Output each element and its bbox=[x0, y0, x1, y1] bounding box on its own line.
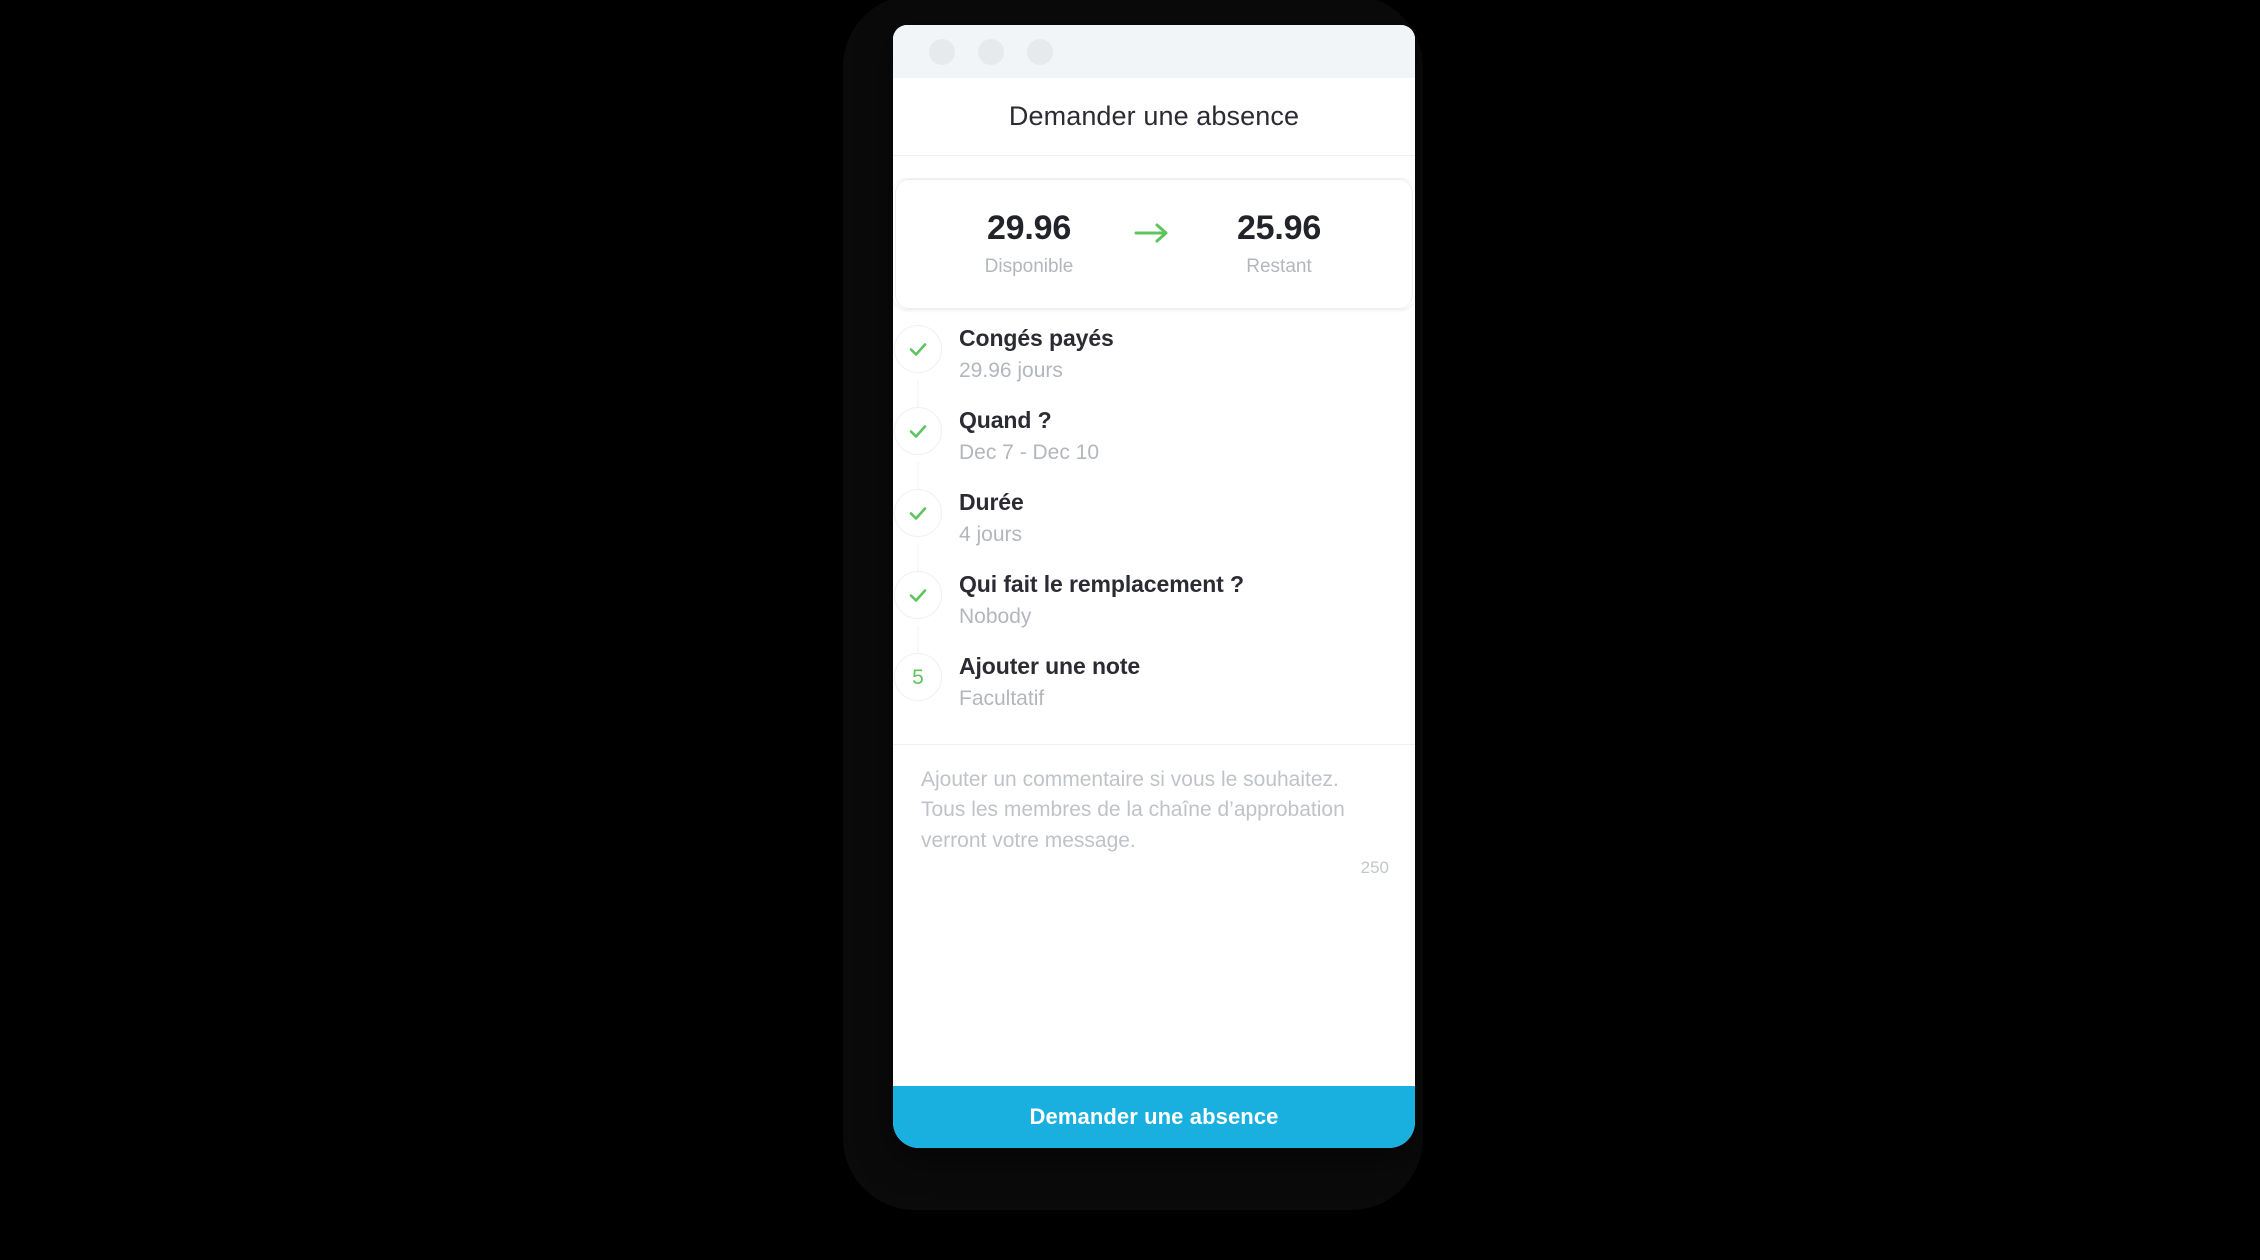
step-subtitle: 4 jours bbox=[959, 522, 1023, 546]
check-icon bbox=[909, 425, 927, 438]
arrow-right-icon bbox=[1124, 222, 1184, 266]
app-window: Demander une absence 29.96 Disponible 25… bbox=[893, 25, 1415, 1148]
modal-header: Demander une absence bbox=[893, 78, 1415, 156]
step-number: 5 bbox=[912, 665, 924, 689]
submit-absence-request-button[interactable]: Demander une absence bbox=[893, 1086, 1415, 1148]
step-marker bbox=[893, 570, 959, 670]
step-row-add-note[interactable]: 5 Ajouter une note Facultatif bbox=[893, 652, 1415, 734]
page-title: Demander une absence bbox=[1008, 101, 1300, 131]
step-text: Qui fait le remplacement ? Nobody bbox=[959, 570, 1244, 629]
step-title: Qui fait le remplacement ? bbox=[959, 571, 1244, 597]
step-text: Congés payés 29.96 jours bbox=[959, 324, 1114, 383]
step-row-when[interactable]: Quand ? Dec 7 - Dec 10 bbox=[893, 406, 1415, 506]
remaining-balance: 25.96 Restant bbox=[1184, 209, 1374, 277]
step-text: Durée 4 jours bbox=[959, 488, 1024, 547]
step-marker bbox=[893, 324, 959, 424]
step-text: Quand ? Dec 7 - Dec 10 bbox=[959, 406, 1099, 465]
step-text: Ajouter une note Facultatif bbox=[959, 652, 1140, 711]
modal-body: 29.96 Disponible 25.96 Restant Congés pa… bbox=[893, 156, 1415, 1086]
step-subtitle: Nobody bbox=[959, 604, 1032, 628]
remaining-balance-value: 25.96 bbox=[1236, 209, 1322, 248]
note-input-area[interactable]: Ajouter un commentaire si vous le souhai… bbox=[893, 744, 1415, 894]
step-title: Congés payés bbox=[959, 325, 1114, 351]
step-title: Ajouter une note bbox=[959, 653, 1141, 679]
step-subtitle: Facultatif bbox=[959, 686, 1045, 710]
balance-summary-card: 29.96 Disponible 25.96 Restant bbox=[893, 178, 1415, 310]
step-marker bbox=[893, 406, 959, 506]
check-icon bbox=[909, 343, 927, 356]
steps-list: Congés payés 29.96 jours Quand ? Dec 7 -… bbox=[893, 310, 1415, 744]
check-icon bbox=[909, 589, 927, 602]
window-dot-close-icon[interactable] bbox=[929, 38, 955, 65]
step-status-complete bbox=[894, 489, 942, 537]
step-marker bbox=[893, 488, 959, 588]
step-status-complete bbox=[894, 571, 942, 619]
step-subtitle: 29.96 jours bbox=[959, 358, 1063, 382]
step-row-leave-type[interactable]: Congés payés 29.96 jours bbox=[893, 324, 1415, 424]
step-row-replacement[interactable]: Qui fait le remplacement ? Nobody bbox=[893, 570, 1415, 670]
window-dot-minimize-icon[interactable] bbox=[978, 38, 1004, 65]
step-subtitle: Dec 7 - Dec 10 bbox=[959, 440, 1100, 464]
available-balance: 29.96 Disponible bbox=[934, 209, 1124, 277]
screenshot-stage: Demander une absence 29.96 Disponible 25… bbox=[0, 0, 2260, 1260]
step-status-complete bbox=[894, 325, 942, 373]
window-dot-maximize-icon[interactable] bbox=[1027, 38, 1053, 65]
step-marker: 5 bbox=[893, 652, 959, 701]
step-title: Durée bbox=[959, 489, 1024, 515]
step-status-complete bbox=[894, 407, 942, 455]
check-icon bbox=[909, 507, 927, 520]
window-chrome-bar bbox=[893, 25, 1415, 78]
step-title: Quand ? bbox=[959, 407, 1052, 433]
note-textarea-placeholder: Ajouter un commentaire si vous le souhai… bbox=[921, 768, 1345, 852]
note-character-counter: 250 bbox=[1360, 858, 1389, 877]
remaining-balance-label: Restant bbox=[1246, 255, 1312, 277]
step-status-current: 5 bbox=[894, 653, 942, 701]
available-balance-value: 29.96 bbox=[986, 209, 1072, 248]
available-balance-label: Disponible bbox=[984, 255, 1074, 277]
step-row-duration[interactable]: Durée 4 jours bbox=[893, 488, 1415, 588]
